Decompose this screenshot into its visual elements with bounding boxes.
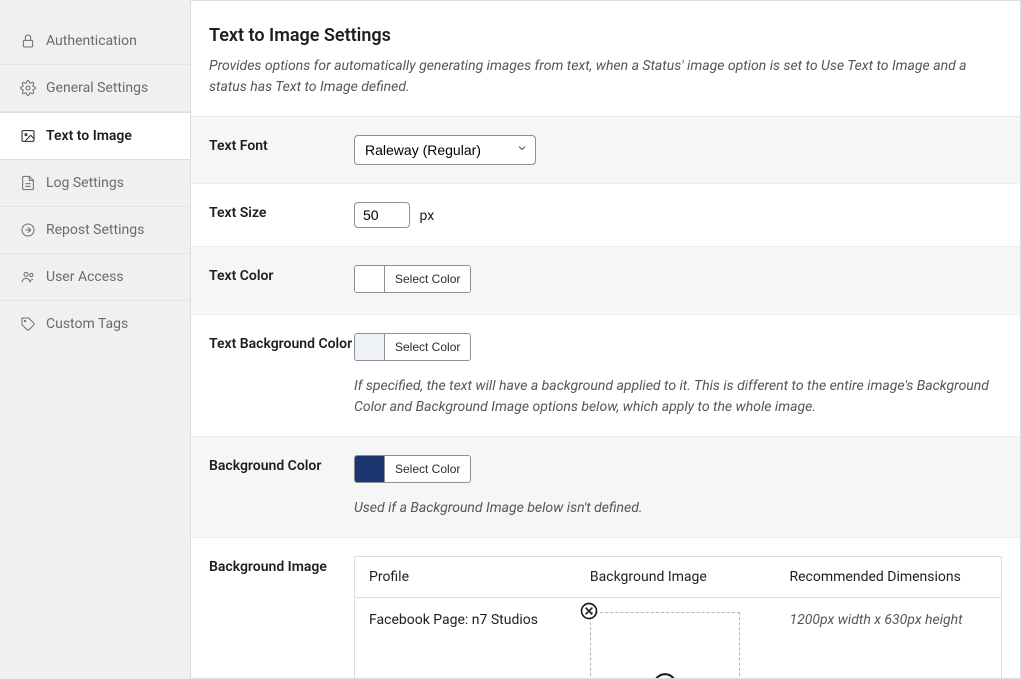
sidebar-item-authentication[interactable]: Authentication [0,18,190,65]
gear-icon [20,80,36,96]
field-help: If specified, the text will have a backg… [354,376,1002,418]
select-color-button[interactable]: Select Color [385,334,470,360]
lock-icon [20,33,36,49]
field-label: Text Background Color [209,333,354,355]
color-swatch [355,334,385,360]
document-icon [20,175,36,191]
col-dimensions: Recommended Dimensions [776,557,1002,598]
field-bg-color: Background Color Select Color Used if a … [191,437,1020,538]
sidebar-item-label: User Access [46,269,124,285]
field-label: Text Font [209,135,354,157]
page-description: Provides options for automatically gener… [209,56,1002,98]
text-bg-color-picker[interactable]: Select Color [354,333,471,361]
field-text-bg-color: Text Background Color Select Color If sp… [191,315,1020,437]
select-color-button[interactable]: Select Color [385,266,470,292]
col-image: Background Image [576,557,776,598]
text-font-select[interactable]: Raleway (Regular) [354,135,536,165]
sidebar-item-repost-settings[interactable]: Repost Settings [0,207,190,254]
image-upload-dropzone[interactable] [590,612,740,679]
field-text-font: Text Font Raleway (Regular) [191,117,1020,184]
sidebar-item-text-to-image[interactable]: Text to Image [0,112,190,160]
field-label: Text Color [209,265,354,287]
sidebar-item-custom-tags[interactable]: Custom Tags [0,301,190,347]
plus-circle-icon [652,672,678,679]
field-label: Background Color [209,455,354,477]
main-panel: Text to Image Settings Provides options … [190,0,1021,679]
field-text-color: Text Color Select Color [191,247,1020,315]
bg-color-picker[interactable]: Select Color [354,455,471,483]
sidebar-item-label: Text to Image [46,128,132,144]
remove-image-button[interactable] [578,600,600,622]
sidebar: Authentication General Settings Text to … [0,0,190,679]
color-swatch [355,456,385,482]
select-color-button[interactable]: Select Color [385,456,470,482]
profile-cell: Facebook Page: n7 Studios [355,598,576,679]
sidebar-item-label: Log Settings [46,175,124,191]
col-profile: Profile [355,557,576,598]
repost-icon [20,222,36,238]
field-text-size: Text Size px [191,184,1020,247]
field-help: Used if a Background Image below isn't d… [354,498,1002,519]
bg-image-table: Profile Background Image Recommended Dim… [354,556,1002,679]
sidebar-item-log-settings[interactable]: Log Settings [0,160,190,207]
text-color-picker[interactable]: Select Color [354,265,471,293]
field-label: Background Image [209,556,354,578]
sidebar-item-label: Authentication [46,33,137,49]
page-header: Text to Image Settings Provides options … [191,1,1020,117]
sidebar-item-label: General Settings [46,80,148,96]
dimensions-cell: 1200px width x 630px height [776,598,1002,679]
sidebar-item-user-access[interactable]: User Access [0,254,190,301]
tag-icon [20,316,36,332]
sidebar-item-general-settings[interactable]: General Settings [0,65,190,112]
table-row: Facebook Page: n7 Studios [355,598,1002,679]
sidebar-item-label: Custom Tags [46,316,128,332]
text-size-input[interactable] [354,202,410,228]
image-icon [20,128,36,144]
field-label: Text Size [209,202,354,224]
color-swatch [355,266,385,292]
unit-label: px [419,208,434,224]
users-icon [20,269,36,285]
field-bg-image: Background Image Profile Background Imag… [191,538,1020,679]
page-title: Text to Image Settings [209,25,1002,46]
sidebar-item-label: Repost Settings [46,222,144,238]
